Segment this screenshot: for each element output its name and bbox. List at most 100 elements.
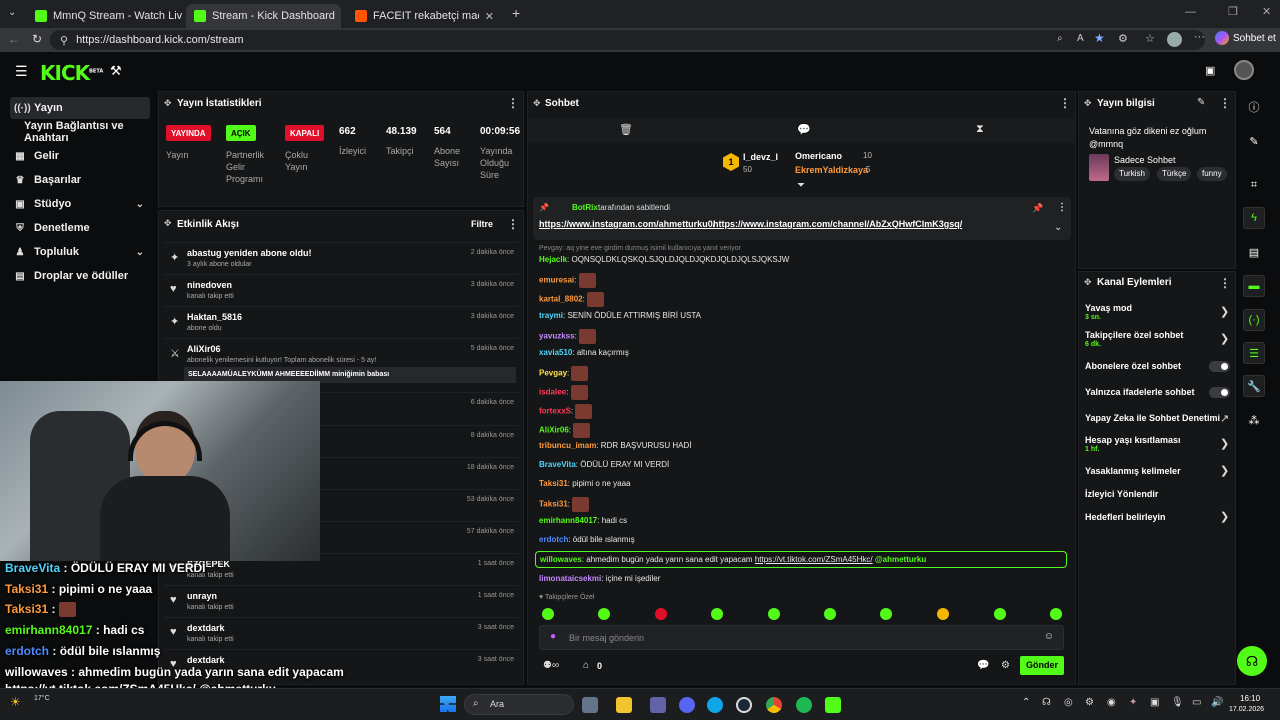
actions-drag-icon[interactable]: ✥ (1084, 277, 1092, 288)
chat-username[interactable]: tribuncu_imam (539, 441, 596, 450)
info-drag-icon[interactable]: ✥ (1084, 98, 1092, 109)
channel-actions-menu-icon[interactable]: ⋮ (1219, 276, 1231, 290)
activity-menu-icon[interactable]: ⋮ (507, 217, 519, 231)
emote-icon[interactable] (598, 608, 610, 620)
url-input[interactable]: ⚲ https://dashboard.kick.com/stream (50, 30, 1205, 50)
chat-username[interactable]: Taksi31 (539, 479, 568, 488)
tag-chip[interactable]: Turkish (1114, 167, 1150, 181)
chevron-right-icon[interactable]: ❯ (1220, 510, 1229, 523)
settings-gear-icon[interactable]: ⚙ (1001, 660, 1010, 671)
emote-icon[interactable] (824, 608, 836, 620)
activity-item[interactable]: ♥ unrayn kanalı takip etti 1 saat önce (164, 585, 519, 617)
headset-tray-icon[interactable]: ☊ (1042, 697, 1051, 708)
tab-mmnq-stream[interactable]: MmnQ Stream - Watch Live on Kick ✕ (27, 4, 182, 28)
chat-drag-icon[interactable]: ✥ (533, 98, 541, 109)
sidebar-item-yayin[interactable]: ((·)) Yayın (10, 97, 150, 119)
activity-user[interactable]: ninedoven (187, 280, 232, 290)
layout-icon[interactable]: ☰ (1243, 342, 1265, 364)
back-icon[interactable]: ← (8, 32, 20, 46)
unpin-icon[interactable]: 📌 (1032, 203, 1043, 214)
lightning-icon[interactable]: ϟ (1243, 207, 1265, 229)
emote-icon[interactable] (711, 608, 723, 620)
new-tab-icon[interactable]: + (512, 5, 520, 21)
chevron-right-icon[interactable]: ❯ (1220, 464, 1229, 477)
chat-username[interactable]: AliXir06 (539, 426, 569, 435)
extensions-icon[interactable]: ⚙ (1118, 32, 1128, 45)
tab-kick-dashboard[interactable]: Stream - Kick Dashboard ✕ (186, 4, 341, 28)
stats-menu-icon[interactable]: ⋮ (507, 96, 519, 110)
minimize-icon[interactable]: — (1185, 6, 1196, 18)
stats-drag-icon[interactable]: ✥ (164, 98, 172, 109)
chat-username[interactable]: BraveVita (539, 460, 576, 469)
teams-icon[interactable] (650, 697, 666, 713)
share-icon[interactable]: ⁂ (1243, 409, 1265, 431)
stream-info-menu-icon[interactable]: ⋮ (1219, 96, 1231, 110)
pencil-icon[interactable]: ✎ (1243, 130, 1265, 152)
sidebar-item-denetleme[interactable]: ⛨ Denetleme (10, 217, 150, 239)
chat-username[interactable]: willowaves (540, 555, 582, 564)
sidebar-item-gelir[interactable]: ▦ Gelir (10, 145, 150, 167)
info-icon[interactable]: ⓘ (1243, 96, 1265, 118)
live-help-button[interactable]: ☊ (1237, 646, 1267, 676)
site-info-icon[interactable]: ⚲ (60, 34, 68, 47)
chat-username[interactable]: yavuzkss (539, 332, 575, 341)
activity-user[interactable]: abastug yeniden abone oldu! (187, 248, 312, 258)
chat-username[interactable]: fortexxS (539, 407, 571, 416)
leader-1-name[interactable]: l_devz_l (743, 152, 778, 162)
pinned-menu-icon[interactable]: ⋮ (1057, 202, 1067, 213)
channel-action-label[interactable]: Hesap yaşı kısıtlaması (1085, 435, 1181, 445)
emote-icon[interactable] (880, 608, 892, 620)
studio-icon[interactable]: ▣ (1205, 64, 1215, 77)
activity-item[interactable]: ✦ Haktan_5816 abone oldu 3 dakika önce (164, 306, 519, 338)
activity-item[interactable]: ♥ ninedoven kanalı takip etti 3 dakika önce (164, 274, 519, 306)
leader-2-name[interactable]: Omericano (795, 151, 842, 161)
pinned-link-1[interactable]: https://www.instagram.com/ahmetturku0/ (539, 219, 715, 229)
chat-username[interactable]: Taksi31 (539, 500, 568, 509)
chat-toggle-icon[interactable]: ▬ (1243, 275, 1265, 297)
chat-username[interactable]: emuresai (539, 276, 574, 285)
chat-username[interactable]: traymi (539, 311, 563, 320)
edge-icon[interactable] (707, 697, 723, 713)
network-icon[interactable]: ▭ (1192, 697, 1201, 708)
chart-icon[interactable]: ↗ (1220, 412, 1229, 425)
chat-username[interactable]: isdalee (539, 388, 566, 397)
chat-username[interactable]: Pevgay (539, 369, 567, 378)
chatters-icon[interactable]: ⚉∞ (543, 660, 559, 671)
close-tab-icon[interactable]: ✕ (485, 10, 494, 23)
discord-icon[interactable] (679, 697, 695, 713)
copilot-chat-button[interactable]: Sohbet et (1215, 31, 1276, 45)
tray-icon-3[interactable]: ⚙ (1085, 697, 1094, 708)
emoji-picker-icon[interactable]: ☺ (1044, 631, 1054, 642)
chevron-down-icon[interactable]: ⌄ (1054, 222, 1062, 233)
chat-menu-icon[interactable]: ⋮ (1059, 96, 1071, 110)
chat-input[interactable]: ● Bir mesaj gönderin ☺ (539, 625, 1064, 650)
zoom-icon[interactable]: ⌕ (1057, 33, 1063, 44)
volume-icon[interactable]: 🔊 (1211, 697, 1223, 708)
collections-icon[interactable]: ☆ (1145, 32, 1155, 45)
sidebar-item-stream-key[interactable]: Yayın Bağlantısı ve Anahtarı (10, 120, 150, 144)
activity-user[interactable]: AliXir06 (187, 344, 221, 354)
activity-user[interactable]: unrayn (187, 591, 217, 601)
mic-icon[interactable]: ● (550, 631, 556, 642)
chevron-right-icon[interactable]: ❯ (1220, 305, 1229, 318)
channel-action-label[interactable]: Yapay Zeka ile Sohbet Denetimi (1085, 413, 1220, 423)
kick-app-icon[interactable] (825, 697, 841, 713)
more-options-icon[interactable]: ··· (1194, 31, 1205, 43)
toggle-switch[interactable] (1209, 387, 1230, 398)
widgets-icon[interactable] (582, 697, 598, 713)
gift-icon[interactable]: ⌂ (583, 660, 589, 671)
user-avatar[interactable] (1234, 60, 1254, 80)
activity-item[interactable]: ✦ abastug yeniden abone oldu! 3 aylık abon… (164, 242, 519, 274)
hammer-icon[interactable]: ⚒ (110, 63, 122, 79)
start-windows-icon[interactable] (440, 696, 456, 712)
reload-icon[interactable]: ↻ (32, 32, 42, 46)
channel-action-label[interactable]: Yavaş mod (1085, 303, 1132, 313)
profile-avatar[interactable] (1167, 32, 1182, 47)
tag-chip[interactable]: Türkçe (1157, 167, 1192, 181)
favorite-star-icon[interactable]: ★ (1094, 31, 1105, 45)
clock-time[interactable]: 16:10 (1240, 694, 1260, 703)
list-icon[interactable]: ▤ (1243, 241, 1265, 263)
emote-icon[interactable] (1050, 608, 1062, 620)
activity-item[interactable]: ⚔ AliXir06 abonelik yenilemesini kutluyor!… (164, 338, 519, 370)
sidebar-item-droplar[interactable]: ▤ Droplar ve ödüller (10, 265, 150, 287)
